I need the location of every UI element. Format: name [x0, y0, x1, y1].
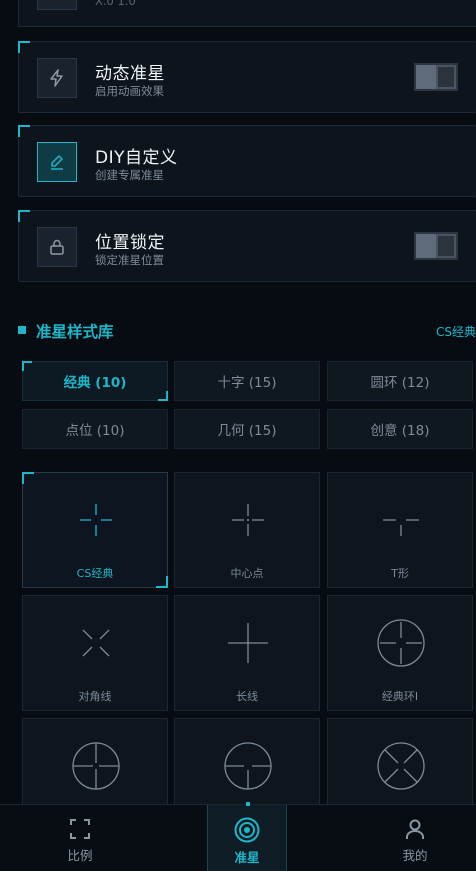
card-title: 动态准星 [95, 64, 165, 84]
t-shape-crosshair-icon [383, 519, 419, 536]
crosshair-tile-t-shape[interactable]: T形 [327, 472, 473, 588]
card-subtitle: 锁定准星位置 [95, 253, 164, 267]
card-subtitle: 启用动画效果 [95, 84, 164, 98]
tab-label: 创意 (18) [370, 423, 430, 439]
ring-x-crosshair-icon [377, 742, 425, 790]
crosshair-tile-cs-classic[interactable]: CS经典 [22, 472, 168, 588]
dynamic-crosshair-toggle[interactable] [414, 63, 458, 91]
pencil-icon [37, 142, 77, 182]
corner-accent [18, 210, 30, 222]
cs-classic-crosshair-icon [80, 504, 112, 536]
center-dot-crosshair-icon [232, 504, 264, 536]
corner-accent [18, 41, 30, 53]
nav-item-crosshair[interactable]: 准星 [207, 802, 287, 871]
section-marker [18, 326, 26, 334]
tab-label: 点位 (10) [65, 423, 125, 439]
classic-ring-crosshair-icon [377, 619, 425, 667]
tab-label: 经典 (10) [63, 375, 127, 391]
card-subtitle: 创建专属准星 [95, 168, 164, 182]
section-title: 准星样式库 [36, 323, 114, 341]
previous-setting-card: X.0 1.0 [18, 0, 476, 27]
previous-setting-subtitle: X.0 1.0 [95, 0, 136, 8]
nav-label: 我的 [402, 848, 428, 863]
previous-setting-icon-box [37, 0, 77, 10]
crosshair-tile-long-line[interactable]: 长线 [174, 595, 320, 711]
user-icon [406, 819, 424, 839]
tab-label: 圆环 (12) [370, 375, 430, 391]
nav-label: 比例 [67, 848, 93, 863]
current-crosshair-label[interactable]: CS经典 [436, 323, 476, 340]
nav-label: 准星 [234, 850, 260, 865]
tab-geometry[interactable]: 几何 (15) [174, 409, 320, 449]
tile-label: 长线 [236, 690, 258, 703]
lightning-icon [37, 58, 77, 98]
tab-ring[interactable]: 圆环 (12) [327, 361, 473, 401]
nav-item-ratio[interactable]: 比例 [40, 805, 120, 871]
tab-creative[interactable]: 创意 (18) [327, 409, 473, 449]
card-title: DIY自定义 [95, 148, 178, 168]
crosshair-tile-center-dot[interactable]: 中心点 [174, 472, 320, 588]
tile-label: CS经典 [76, 567, 114, 580]
tab-cross[interactable]: 十字 (15) [174, 361, 320, 401]
ring-t-crosshair-icon [224, 742, 272, 790]
aspect-ratio-icon [70, 819, 90, 839]
tile-label: 经典环I [381, 690, 419, 703]
bottom-navigation: 比例 准星 我的 [0, 802, 476, 871]
dynamic-crosshair-card[interactable]: 动态准星 启用动画效果 [18, 41, 476, 113]
crosshair-tile-diagonal[interactable]: 对角线 [22, 595, 168, 711]
long-line-crosshair-icon [228, 623, 268, 663]
tile-label: T形 [391, 567, 409, 580]
tile-label: 中心点 [230, 567, 264, 580]
crosshair-tile-classic-ring[interactable]: 经典环I [327, 595, 473, 711]
nav-item-profile[interactable]: 我的 [375, 805, 455, 871]
corner-accent [18, 125, 30, 137]
position-lock-card[interactable]: 位置锁定 锁定准星位置 [18, 210, 476, 282]
diy-custom-card[interactable]: DIY自定义 创建专属准星 [18, 125, 476, 197]
ring-cross-crosshair-icon [72, 742, 120, 790]
diagonal-crosshair-icon [82, 629, 110, 657]
tab-classic[interactable]: 经典 (10) [22, 361, 168, 401]
crosshair-library-header: 准星样式库 CS经典 [18, 320, 476, 344]
position-lock-toggle[interactable] [414, 232, 458, 260]
tab-label: 十字 (15) [217, 375, 277, 391]
lock-icon [37, 227, 77, 267]
tab-dot[interactable]: 点位 (10) [22, 409, 168, 449]
card-title: 位置锁定 [95, 233, 165, 253]
target-icon [234, 817, 260, 843]
tab-label: 几何 (15) [217, 423, 277, 439]
tile-label: 对角线 [78, 690, 112, 703]
